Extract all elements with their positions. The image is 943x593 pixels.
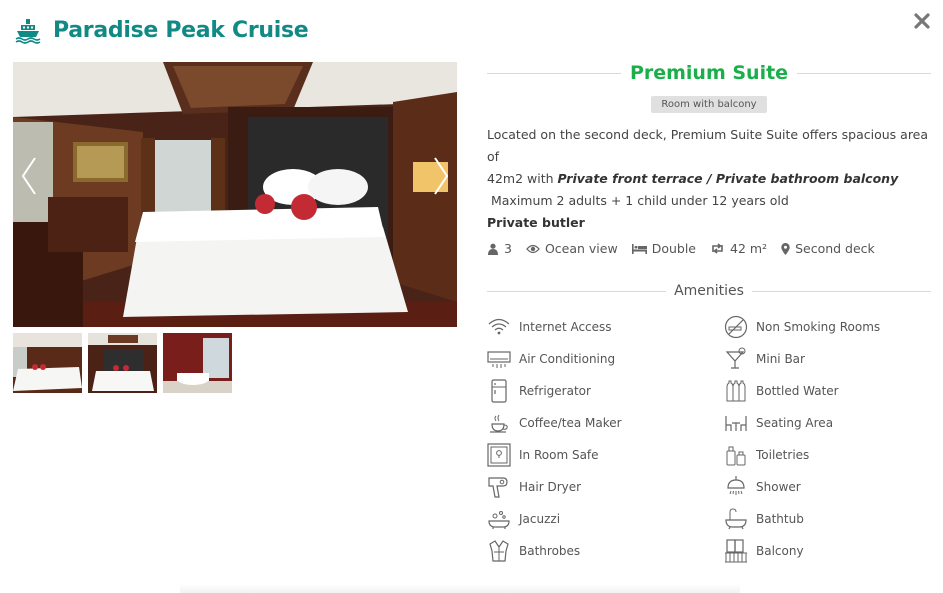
description-text: 42m2 with bbox=[487, 171, 558, 186]
amenity-item: Balcony bbox=[724, 539, 931, 563]
shower-icon bbox=[727, 476, 745, 495]
wifi-icon bbox=[488, 318, 510, 335]
description-line-2: 42m2 with Private front terrace / Privat… bbox=[487, 168, 931, 190]
amenity-label: Mini Bar bbox=[756, 352, 805, 366]
amenity-label: Non Smoking Rooms bbox=[756, 320, 881, 334]
room-type-badge: Room with balcony bbox=[651, 96, 767, 113]
room-name: Premium Suite bbox=[629, 62, 789, 84]
spec-guests-value: 3 bbox=[504, 241, 512, 256]
room-description: Located on the second deck, Premium Suit… bbox=[487, 124, 931, 234]
main-room-photo bbox=[13, 62, 457, 327]
amenity-label: Bathrobes bbox=[519, 544, 581, 558]
balcony-icon bbox=[725, 539, 747, 563]
spec-deck-value: Second deck bbox=[795, 241, 875, 256]
description-line-1: Located on the second deck, Premium Suit… bbox=[487, 127, 929, 164]
divider bbox=[487, 290, 667, 292]
bed-icon bbox=[631, 244, 647, 254]
amenity-label: Bathtub bbox=[756, 512, 804, 526]
amenity-item: Non Smoking Rooms bbox=[724, 315, 931, 339]
seating-icon bbox=[725, 416, 747, 431]
amenity-label: Air Conditioning bbox=[519, 352, 616, 366]
amenity-item: Jacuzzi bbox=[487, 507, 724, 531]
description-highlight: Private front terrace / Private bathroom… bbox=[557, 171, 899, 186]
bathrobe-icon bbox=[489, 540, 509, 562]
amenity-label: Hair Dryer bbox=[519, 480, 582, 494]
air-conditioner-icon bbox=[487, 351, 511, 368]
next-photo-button[interactable] bbox=[429, 154, 453, 198]
room-title-row: Premium Suite bbox=[487, 60, 931, 86]
spec-view-value: Ocean view bbox=[544, 241, 618, 256]
amenity-item: Air Conditioning bbox=[487, 347, 724, 371]
amenity-label: Balcony bbox=[756, 544, 804, 558]
hair-dryer-icon bbox=[488, 477, 508, 498]
amenity-item: Seating Area bbox=[724, 411, 931, 435]
amenity-item: Bottled Water bbox=[724, 379, 931, 403]
coffee-cup-icon bbox=[490, 414, 508, 433]
close-icon[interactable] bbox=[913, 12, 931, 30]
amenities-title: Amenities bbox=[674, 283, 744, 299]
divider bbox=[487, 72, 621, 74]
amenity-label: In Room Safe bbox=[519, 448, 599, 462]
amenities-title-row: Amenities bbox=[487, 281, 932, 301]
amenity-item: Hair Dryer bbox=[487, 475, 724, 499]
amenity-label: Coffee/tea Maker bbox=[519, 416, 622, 430]
amenity-item: Shower bbox=[724, 475, 931, 499]
modal-header: Paradise Peak Cruise bbox=[14, 12, 309, 48]
amenity-label: Bottled Water bbox=[756, 384, 839, 398]
thumbnail-3[interactable] bbox=[163, 333, 232, 393]
amenity-label: Shower bbox=[756, 480, 801, 494]
amenity-item: In Room Safe bbox=[487, 443, 724, 467]
spec-deck: Second deck bbox=[781, 241, 875, 256]
amenity-item: Bathtub bbox=[724, 507, 931, 531]
spec-area-value: 42 m² bbox=[730, 241, 768, 256]
amenity-item: Internet Access bbox=[487, 315, 724, 339]
retweet-icon bbox=[712, 243, 723, 254]
jacuzzi-icon bbox=[488, 511, 510, 529]
previous-photo-button[interactable] bbox=[17, 154, 41, 198]
map-marker-icon bbox=[781, 242, 790, 255]
no-smoking-icon bbox=[724, 315, 748, 339]
room-specs: 3 Ocean view Double 42 m² Second deck bbox=[487, 241, 931, 256]
amenity-label: Toiletries bbox=[756, 448, 810, 462]
description-line-3: Maximum 2 adults + 1 child under 12 year… bbox=[487, 193, 789, 208]
cruise-ship-icon bbox=[15, 19, 41, 44]
safe-icon bbox=[487, 443, 511, 467]
amenity-item: Mini Bar bbox=[724, 347, 931, 371]
room-details-panel: Premium Suite Room with balcony Located … bbox=[487, 60, 932, 563]
page-title: Paradise Peak Cruise bbox=[53, 17, 309, 43]
spec-view: Ocean view bbox=[526, 241, 618, 256]
refrigerator-icon bbox=[491, 379, 507, 403]
divider bbox=[797, 72, 931, 74]
amenity-item: Refrigerator bbox=[487, 379, 724, 403]
amenities-grid: Internet Access Non Smoking Rooms Air Co… bbox=[487, 315, 931, 563]
amenity-item: Bathrobes bbox=[487, 539, 724, 563]
butler-note: Private butler bbox=[487, 215, 585, 230]
amenity-label: Seating Area bbox=[756, 416, 834, 430]
amenity-label: Internet Access bbox=[519, 320, 612, 334]
divider bbox=[751, 290, 932, 292]
amenity-item: Coffee/tea Maker bbox=[487, 411, 724, 435]
amenity-label: Jacuzzi bbox=[519, 512, 561, 526]
footer-shadow bbox=[180, 584, 740, 593]
amenity-item: Toiletries bbox=[724, 443, 931, 467]
user-icon bbox=[488, 243, 498, 255]
bathtub-icon bbox=[725, 508, 747, 530]
toiletries-icon bbox=[726, 446, 746, 466]
thumbnail-strip bbox=[13, 333, 232, 393]
spec-guests: 3 bbox=[487, 241, 512, 256]
amenity-label: Refrigerator bbox=[519, 384, 591, 398]
spec-bed: Double bbox=[631, 241, 696, 256]
thumbnail-2[interactable] bbox=[88, 333, 157, 393]
thumbnail-1[interactable] bbox=[13, 333, 82, 393]
spec-area: 42 m² bbox=[710, 241, 767, 256]
eye-icon bbox=[526, 244, 540, 253]
bottles-icon bbox=[726, 380, 746, 402]
spec-bed-value: Double bbox=[651, 241, 696, 256]
cocktail-icon bbox=[725, 347, 746, 369]
